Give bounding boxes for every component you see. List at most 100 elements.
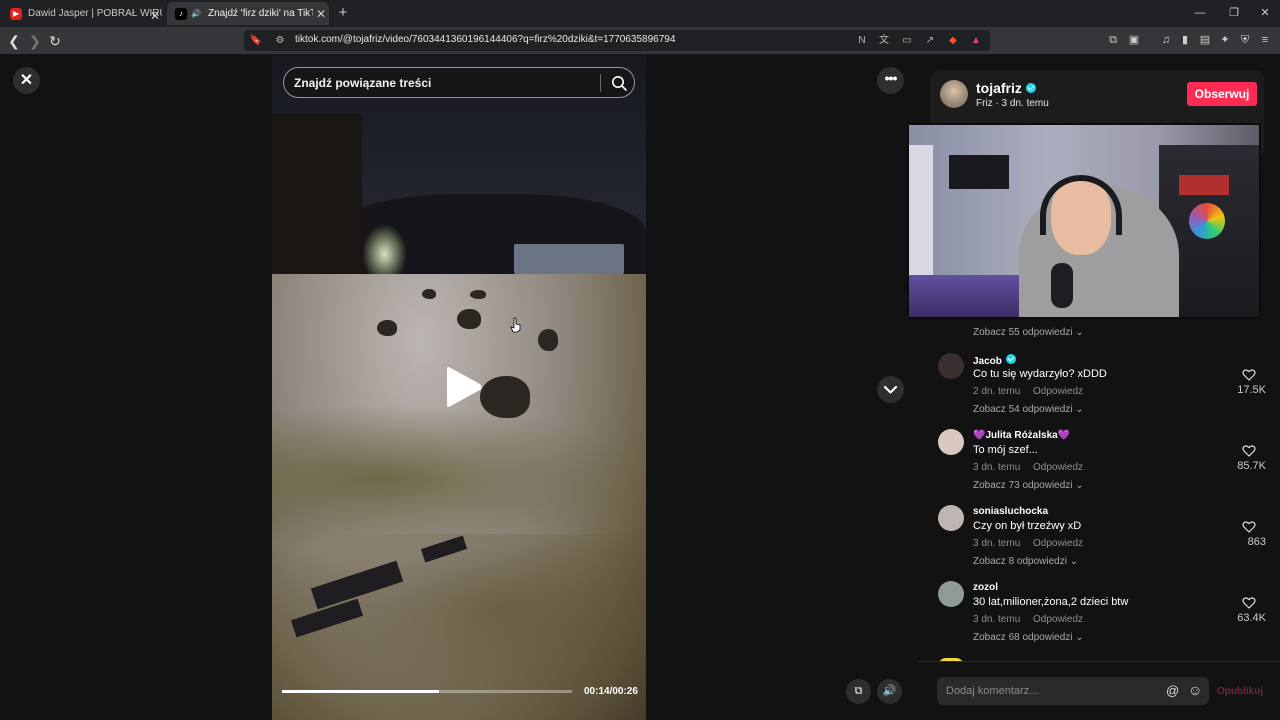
- url-field[interactable]: 🔖 ⚙ tiktok.com/@tojafriz/video/760344136…: [244, 30, 990, 51]
- picture-in-picture-button[interactable]: ⧉: [846, 679, 871, 704]
- tiktok-icon: ♪: [175, 7, 187, 20]
- brave-rewards-icon[interactable]: ▲: [968, 33, 984, 49]
- reply-link[interactable]: Odpowiedz: [1033, 386, 1083, 397]
- screenshot-icon[interactable]: ▣: [1125, 30, 1143, 50]
- comment-text: Czy on był trzeźwy xD: [973, 520, 1082, 532]
- menu-icon[interactable]: ≡: [1256, 30, 1274, 50]
- close-window-button[interactable]: ✕: [1248, 0, 1280, 27]
- volume-button[interactable]: 🔊: [877, 679, 902, 704]
- see-replies-link[interactable]: Zobacz 55 odpowiedzi ⌄: [973, 327, 1084, 338]
- site-info-icon[interactable]: ⚙: [272, 33, 288, 49]
- webcam-overlay: [907, 123, 1261, 319]
- reload-button[interactable]: ↻: [45, 31, 65, 51]
- close-video-button[interactable]: ✕: [13, 67, 40, 94]
- new-tab-button[interactable]: +: [334, 4, 352, 22]
- commenter-name[interactable]: soniasluchocka: [973, 506, 1048, 517]
- reply-link[interactable]: Odpowiedz: [1033, 538, 1083, 549]
- sidebar-icon[interactable]: ▮: [1176, 30, 1194, 50]
- reader-off-icon[interactable]: N: [854, 33, 870, 49]
- search-icon[interactable]: [610, 74, 628, 92]
- see-replies-link[interactable]: Zobacz 73 odpowiedzi ⌄: [973, 480, 1084, 491]
- related-search-input[interactable]: Znajdź powiązane treści: [283, 67, 635, 98]
- comment-time: 3 dn. temu: [973, 462, 1021, 473]
- back-button[interactable]: ❮: [4, 31, 24, 51]
- see-replies-link[interactable]: Zobacz 8 odpowiedzi ⌄: [973, 556, 1078, 567]
- close-tab-icon[interactable]: ✕: [313, 7, 329, 21]
- like-count: 85.7K: [1237, 460, 1266, 472]
- url-text: tiktok.com/@tojafriz/video/7603441360196…: [295, 34, 676, 45]
- follow-button[interactable]: Obserwuj: [1187, 82, 1257, 106]
- commenter-name[interactable]: Jacob: [973, 354, 1016, 367]
- close-tab-icon[interactable]: ✕: [147, 4, 163, 27]
- emoji-icon[interactable]: ☺: [1188, 682, 1202, 698]
- author-avatar[interactable]: [940, 80, 968, 108]
- comment-item: zozol 30 lat,milioner,żona,2 dzieci btw …: [918, 581, 1280, 657]
- heart-icon[interactable]: [1242, 444, 1256, 458]
- search-divider: [600, 74, 601, 92]
- heart-icon[interactable]: [1242, 368, 1256, 382]
- share-icon[interactable]: ↗: [922, 33, 938, 49]
- comment-input[interactable]: Dodaj komentarz... @ ☺: [937, 677, 1209, 705]
- comment-input-bar: Dodaj komentarz... @ ☺ Opublikuj: [918, 661, 1280, 720]
- video-time: 00:14/00:26: [584, 686, 638, 697]
- translate-icon[interactable]: 文: [876, 33, 892, 49]
- author-name[interactable]: tojafriz: [976, 80, 1036, 96]
- youtube-icon: ▶: [10, 7, 22, 20]
- commenter-name[interactable]: zozol: [973, 582, 998, 593]
- heart-icon[interactable]: [1242, 520, 1256, 534]
- commenter-avatar[interactable]: [938, 505, 964, 531]
- leo-ai-icon[interactable]: ✦: [1216, 30, 1234, 50]
- see-replies-link[interactable]: Zobacz 68 odpowiedzi ⌄: [973, 632, 1084, 643]
- commenter-avatar[interactable]: [938, 353, 964, 379]
- vpn-icon[interactable]: ⛨: [1236, 30, 1254, 50]
- mention-icon[interactable]: @: [1166, 683, 1179, 698]
- see-replies-link[interactable]: Zobacz 54 odpowiedzi ⌄: [973, 404, 1084, 415]
- browser-tab-bar: ▶ Dawid Jasper | POBRAŁ WIRUSA - Yo ♪ 🔊 …: [0, 0, 1280, 27]
- cast-icon[interactable]: ▭: [899, 33, 915, 49]
- commenter-avatar[interactable]: [938, 429, 964, 455]
- wallet-icon[interactable]: ▤: [1196, 30, 1214, 50]
- commenter-avatar[interactable]: [938, 581, 964, 607]
- verified-icon: [1025, 83, 1036, 93]
- comment-text: To mój szef...: [973, 444, 1038, 456]
- tab-title: Znajdź 'firz dziki' na TikTok | V: [208, 8, 313, 19]
- speaker-icon: 🔊: [191, 9, 201, 18]
- like-count: 863: [1247, 536, 1266, 548]
- chevron-down-icon: [883, 385, 898, 394]
- reply-link[interactable]: Odpowiedz: [1033, 462, 1083, 473]
- comment-placeholder: Dodaj komentarz...: [946, 685, 1039, 697]
- video-progress-bar[interactable]: [282, 690, 572, 693]
- like-count: 17.5K: [1237, 384, 1266, 396]
- forward-button[interactable]: ❯: [25, 31, 45, 51]
- comment-time: 3 dn. temu: [973, 538, 1021, 549]
- comment-item: Jacob Co tu się wydarzyło? xDDD 2 dn. te…: [918, 353, 1280, 429]
- reply-link[interactable]: Odpowiedz: [1033, 614, 1083, 625]
- play-icon[interactable]: [442, 365, 484, 409]
- verified-icon: [1005, 354, 1016, 364]
- brave-shield-icon[interactable]: ◆: [945, 33, 961, 49]
- bookmark-icon[interactable]: 🔖: [248, 33, 264, 49]
- next-video-button[interactable]: [877, 376, 904, 403]
- comment-text: Co tu się wydarzyło? xDDD: [973, 368, 1107, 380]
- browser-tab-youtube[interactable]: ▶ Dawid Jasper | POBRAŁ WIRUSA - Yo: [2, 2, 162, 25]
- music-icon[interactable]: ♫: [1157, 30, 1175, 50]
- comment-time: 3 dn. temu: [973, 614, 1021, 625]
- search-placeholder: Znajdź powiązane treści: [294, 76, 432, 90]
- minimize-button[interactable]: —: [1183, 0, 1217, 27]
- restore-button[interactable]: ❐: [1217, 0, 1251, 27]
- like-count: 63.4K: [1237, 612, 1266, 624]
- heart-icon[interactable]: [1242, 596, 1256, 610]
- post-comment-button[interactable]: Opublikuj: [1217, 686, 1263, 697]
- hand-cursor-icon: [510, 317, 521, 333]
- browser-tab-tiktok[interactable]: ♪ 🔊 Znajdź 'firz dziki' na TikTok | V ✕: [167, 2, 329, 25]
- commenter-name[interactable]: 💜Julita Różalska💜: [973, 430, 1070, 441]
- extensions-icon[interactable]: ⧉: [1104, 30, 1122, 50]
- comment-item: 💜Julita Różalska💜 To mój szef... 3 dn. t…: [918, 429, 1280, 505]
- comment-item: soniasluchocka Czy on był trzeźwy xD 3 d…: [918, 505, 1280, 581]
- comment-time: 2 dn. temu: [973, 386, 1021, 397]
- address-bar-row: ❮ ❯ ↻ 🔖 ⚙ tiktok.com/@tojafriz/video/760…: [0, 27, 1280, 54]
- comment-text: 30 lat,milioner,żona,2 dzieci btw: [973, 596, 1129, 608]
- more-options-button[interactable]: •••: [877, 67, 904, 94]
- tab-title: Dawid Jasper | POBRAŁ WIRUSA - Yo: [28, 8, 162, 19]
- author-subline: Friz · 3 dn. temu: [976, 98, 1049, 109]
